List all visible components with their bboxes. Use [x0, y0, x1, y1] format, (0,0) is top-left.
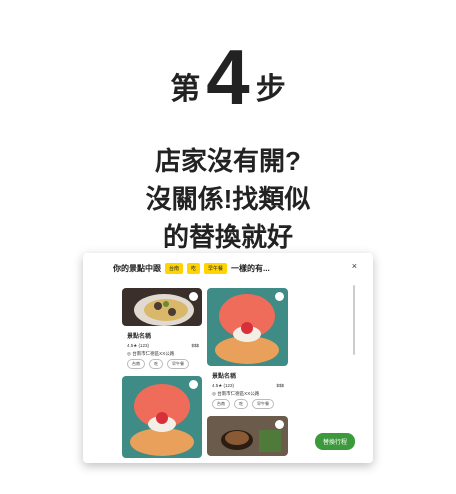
place-info[interactable]: 景點名稱 4.5★ (123) $$$ ◎ 台南市仁德區XX公路 台南 吃 早午…	[127, 331, 199, 369]
step-heading: 第 4 步	[0, 38, 456, 116]
place-rating: 4.5★ (123)	[212, 383, 235, 388]
place-price: $$$	[191, 343, 199, 348]
tag-chip: 早午餐	[204, 263, 228, 274]
card-title: 你的景點中跟 台南 吃 早午餐 一樣的有...	[113, 263, 270, 274]
place-name: 景點名稱	[212, 374, 237, 380]
headline-line: 沒關係!找類似	[145, 184, 311, 214]
chip[interactable]: 吃	[234, 399, 248, 409]
favorite-toggle[interactable]	[189, 380, 198, 389]
favorite-toggle[interactable]	[275, 292, 284, 301]
place-address: ◎ 台南市仁德區XX公路	[127, 351, 175, 356]
headline-line: 店家沒有開?	[155, 146, 301, 176]
chip[interactable]: 台南	[127, 359, 145, 369]
step-suffix: 步	[255, 73, 286, 106]
place-photo-coffee[interactable]	[207, 416, 288, 456]
place-rating: 4.5★ (123)	[127, 343, 150, 348]
place-photo-pasta[interactable]	[122, 288, 202, 326]
dessert-image	[122, 376, 202, 458]
favorite-toggle[interactable]	[275, 420, 284, 429]
chip[interactable]: 早午餐	[252, 399, 274, 409]
replace-itinerary-button[interactable]: 替換行程	[314, 433, 355, 450]
tag-chip: 台南	[165, 263, 184, 274]
chip[interactable]: 台南	[212, 399, 230, 409]
headline: 店家沒有開? 沒關係!找類似 的替換就好	[0, 142, 456, 256]
step-number: 4	[206, 33, 250, 121]
close-icon[interactable]: ×	[352, 261, 357, 271]
place-photo-dessert[interactable]	[207, 288, 288, 366]
place-photo-dessert[interactable]	[122, 376, 202, 458]
headline-line: 的替換就好	[162, 222, 293, 252]
tag-chip: 吃	[187, 263, 201, 274]
place-name: 景點名稱	[127, 334, 152, 340]
place-price: $$$	[276, 383, 284, 388]
chip[interactable]: 吃	[149, 359, 163, 369]
place-info[interactable]: 景點名稱 4.5★ (123) $$$ ◎ 台南市仁德區XX公路 台南 吃 早午…	[212, 371, 284, 409]
replacement-card: 你的景點中跟 台南 吃 早午餐 一樣的有... × 景點名稱 4.5★ (123…	[83, 253, 373, 463]
scrollbar[interactable]	[353, 285, 355, 355]
chip[interactable]: 早午餐	[167, 359, 189, 369]
card-title-after: 一樣的有...	[231, 264, 270, 273]
card-title-before: 你的景點中跟	[113, 264, 161, 273]
favorite-toggle[interactable]	[189, 292, 198, 301]
step-prefix: 第	[170, 73, 201, 106]
place-address: ◎ 台南市仁德區XX公路	[212, 391, 260, 396]
